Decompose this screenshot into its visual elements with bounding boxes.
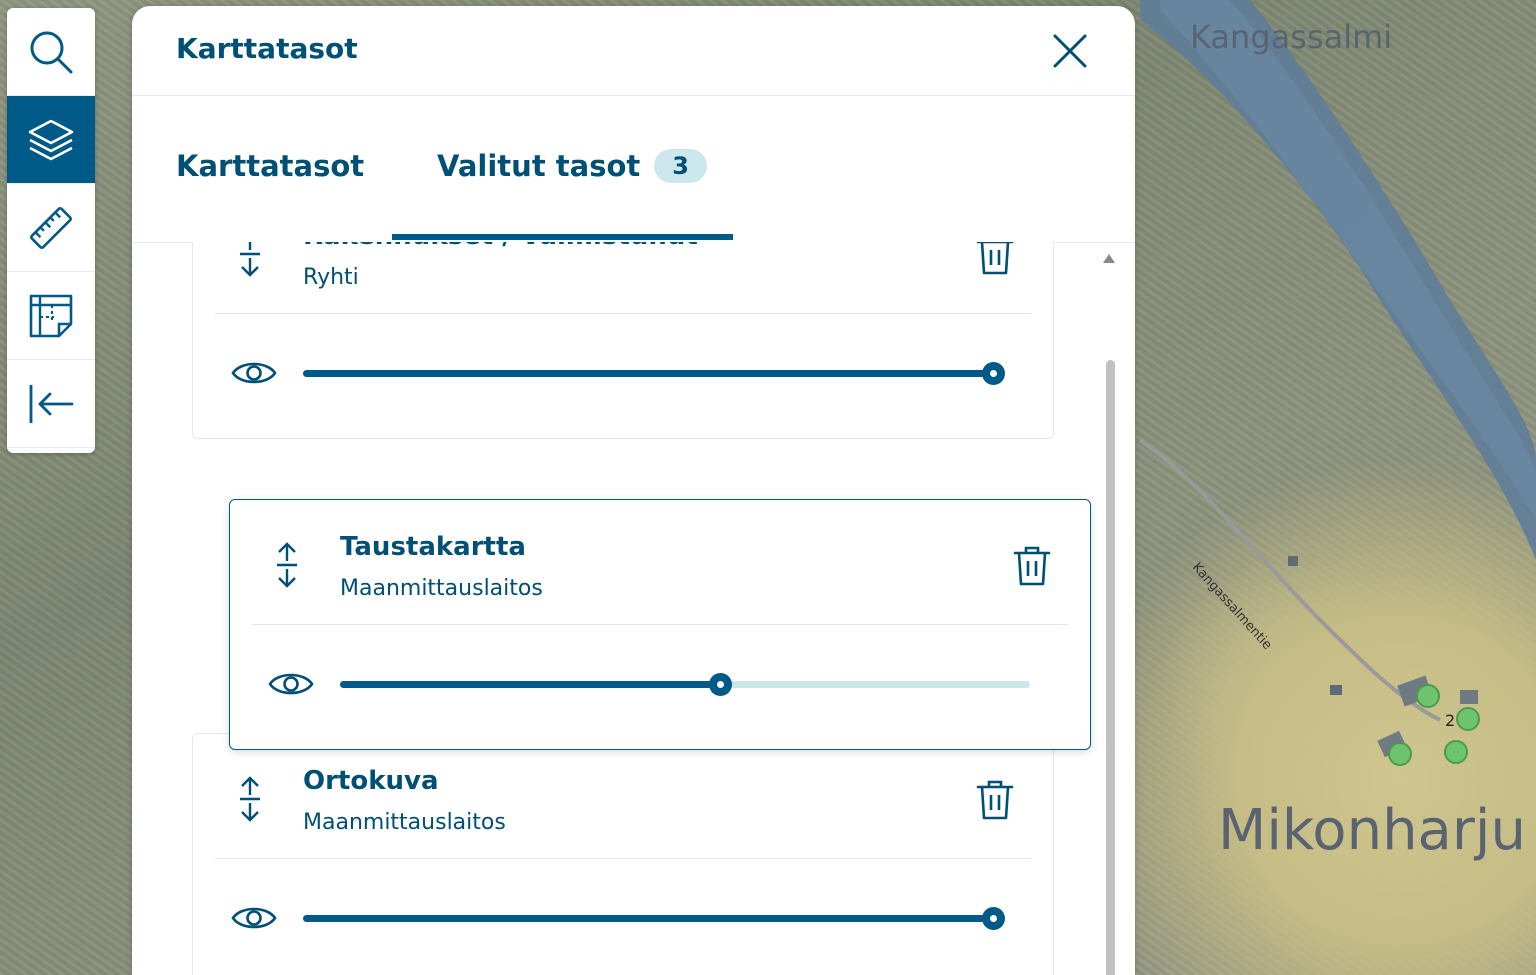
search-icon xyxy=(30,31,73,73)
notes-button[interactable] xyxy=(7,272,95,360)
active-tab-indicator xyxy=(392,234,733,240)
scroll-up-arrow-icon xyxy=(1103,254,1115,263)
slider-handle xyxy=(982,907,1005,930)
map-marker xyxy=(1416,684,1440,708)
search-button[interactable] xyxy=(7,8,95,96)
layer-source: Maanmittauslaitos xyxy=(340,576,543,601)
close-icon[interactable] xyxy=(1051,32,1089,70)
drag-handle-icon[interactable] xyxy=(237,242,263,277)
place-name-kangassalmi: Kangassalmi xyxy=(1190,18,1393,56)
map-marker xyxy=(1444,740,1468,764)
layers-icon xyxy=(28,119,74,160)
trash-icon[interactable] xyxy=(1012,545,1052,587)
layer-card-ortokuva: Ortokuva Maanmittauslaitos xyxy=(192,733,1054,975)
slider-handle xyxy=(982,362,1005,385)
layer-source: Maanmittauslaitos xyxy=(303,810,506,835)
opacity-slider[interactable] xyxy=(303,362,1005,385)
layer-name: Ortokuva xyxy=(303,766,439,796)
drag-handle-icon[interactable] xyxy=(274,542,300,588)
trash-icon[interactable] xyxy=(975,242,1015,276)
map-marker xyxy=(1388,742,1412,766)
map-toolbar xyxy=(7,8,95,453)
ruler-icon xyxy=(30,206,72,249)
layer-card-taustakartta[interactable]: Taustakartta Maanmittauslaitos xyxy=(229,499,1091,750)
visibility-eye-icon[interactable] xyxy=(231,358,277,388)
trash-icon[interactable] xyxy=(975,779,1015,821)
layers-panel: Karttatasot Karttatasot Valitut tasot 3 xyxy=(132,6,1135,975)
scrollbar-thumb xyxy=(1106,360,1115,975)
drag-handle-icon[interactable] xyxy=(237,776,263,822)
selected-count-badge: 3 xyxy=(654,149,707,183)
tab-karttatasot[interactable]: Karttatasot xyxy=(176,149,364,183)
opacity-slider[interactable] xyxy=(303,907,1005,930)
tab-label: Valitut tasot xyxy=(437,149,641,183)
layer-name: Taustakartta xyxy=(340,532,526,562)
marker-label: 2 xyxy=(1445,711,1455,730)
place-name-mikonharju: Mikonharju xyxy=(1218,798,1526,863)
collapse-panel-button[interactable] xyxy=(7,360,95,448)
map-marker xyxy=(1456,707,1480,731)
selected-layers-list[interactable]: Rakennukset / Valmistunut Ryhti xyxy=(132,242,1135,975)
visibility-eye-icon[interactable] xyxy=(231,903,277,933)
note-grid-icon xyxy=(29,294,73,337)
tab-valitut-tasot[interactable]: Valitut tasot 3 xyxy=(437,149,707,183)
opacity-slider[interactable] xyxy=(340,673,1030,696)
slider-handle xyxy=(708,673,732,696)
layer-name: Rakennukset / Valmistunut xyxy=(303,242,698,251)
collapse-left-icon xyxy=(29,384,74,423)
layer-source: Ryhti xyxy=(303,265,359,290)
panel-title: Karttatasot xyxy=(176,32,358,65)
measure-button[interactable] xyxy=(7,184,95,272)
layer-card-rakennukset: Rakennukset / Valmistunut Ryhti xyxy=(192,242,1054,439)
scrollbar[interactable] xyxy=(1103,242,1117,975)
layers-button[interactable] xyxy=(7,96,95,184)
panel-header: Karttatasot xyxy=(132,6,1135,96)
panel-tabs: Karttatasot Valitut tasot 3 xyxy=(132,96,1135,243)
visibility-eye-icon[interactable] xyxy=(268,669,314,699)
